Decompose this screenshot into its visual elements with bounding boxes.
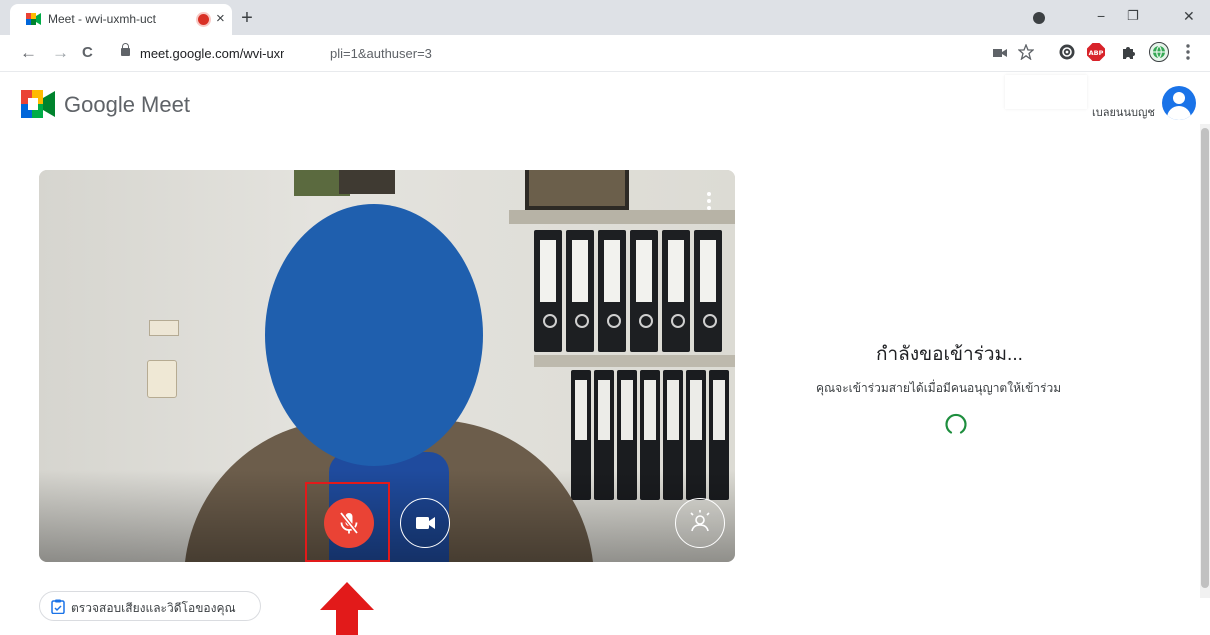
star-icon[interactable]	[1018, 44, 1034, 60]
avatar-body-icon	[1167, 106, 1191, 120]
adblock-plus-icon[interactable]: ABP	[1087, 43, 1105, 61]
puzzle-icon[interactable]	[1121, 44, 1137, 60]
account-avatar[interactable]	[1162, 86, 1196, 120]
asking-to-join-subtitle: คุณจะเข้าร่วมสายได้เมื่อมีคนอนุญาตให้เข้…	[816, 381, 1062, 395]
forward-button[interactable]: →	[52, 43, 69, 63]
video-wall-picture	[525, 170, 629, 210]
new-tab-button[interactable]: +	[234, 5, 260, 31]
video-binder	[630, 230, 658, 352]
loading-spinner-icon	[945, 413, 967, 434]
address-bar[interactable]: meet.google.com/wvi-uxmh pli=1&authuser=…	[112, 41, 1142, 67]
video-binder	[598, 230, 626, 352]
camera-toggle-button[interactable]	[400, 498, 450, 548]
lock-icon	[121, 43, 130, 56]
check-audio-video-button[interactable]: ตรวจสอบเสียงและวิดีโอของคุณ	[39, 591, 261, 621]
page-scrollbar[interactable]	[1200, 124, 1210, 598]
camera-icon[interactable]	[993, 48, 1007, 58]
clipboard-check-icon	[51, 599, 65, 614]
window-restore-button[interactable]: ❐	[1127, 6, 1139, 26]
tab-strip: Meet - wvi-uxmh-uct × + − ❐ ✕	[0, 0, 1210, 35]
url-query: pli=1&authuser=3	[330, 46, 432, 61]
video-camera-icon	[416, 517, 435, 529]
google-meet-wordmark: Google Meet	[64, 92, 190, 117]
annotation-arrow-icon	[320, 582, 374, 635]
tab-close-button[interactable]: ×	[216, 9, 225, 29]
video-binder	[534, 230, 562, 352]
back-button[interactable]: ←	[20, 43, 37, 63]
scrollbar-thumb[interactable]	[1201, 128, 1209, 588]
video-binder	[662, 230, 690, 352]
face-redaction	[265, 204, 483, 466]
recording-indicator-icon	[198, 14, 209, 25]
account-redaction	[1005, 75, 1087, 109]
tab-meet[interactable]: Meet - wvi-uxmh-uct ×	[10, 4, 232, 35]
visual-effects-icon	[690, 510, 710, 532]
reload-button[interactable]: C	[82, 43, 93, 63]
video-binder	[566, 230, 594, 352]
google-meet-logo-icon	[21, 90, 55, 118]
account-name: เบลยนนบญช	[1092, 107, 1155, 119]
profile-globe-icon[interactable]	[1149, 42, 1169, 62]
visual-effects-button[interactable]	[675, 498, 725, 548]
check-audio-video-label: ตรวจสอบเสียงและวิดีโอของคุณ	[71, 601, 236, 615]
video-wall-socket	[147, 360, 177, 398]
kebab-menu-icon[interactable]	[1186, 44, 1190, 60]
video-shelf	[534, 355, 735, 367]
ghostery-icon[interactable]	[1059, 44, 1075, 60]
video-binder	[694, 230, 722, 352]
window-close-button[interactable]: ✕	[1183, 6, 1195, 26]
annotation-highlight-box	[305, 482, 390, 562]
tab-title: Meet - wvi-uxmh-uct	[48, 12, 157, 26]
svg-text:ABP: ABP	[1089, 49, 1104, 57]
video-more-options-icon[interactable]	[707, 192, 711, 210]
meet-favicon-icon	[26, 13, 41, 25]
video-shelf	[509, 210, 735, 224]
video-wall-photo	[339, 170, 395, 194]
asking-to-join-title: กำลังขอเข้าร่วม...	[876, 344, 1023, 365]
video-wall-switch	[149, 320, 179, 336]
chrome-profile-icon[interactable]	[1033, 12, 1045, 24]
window-minimize-button[interactable]: −	[1097, 6, 1105, 26]
avatar-head-icon	[1173, 92, 1185, 104]
url-host: meet.google.com/wvi-uxmh	[140, 46, 299, 61]
